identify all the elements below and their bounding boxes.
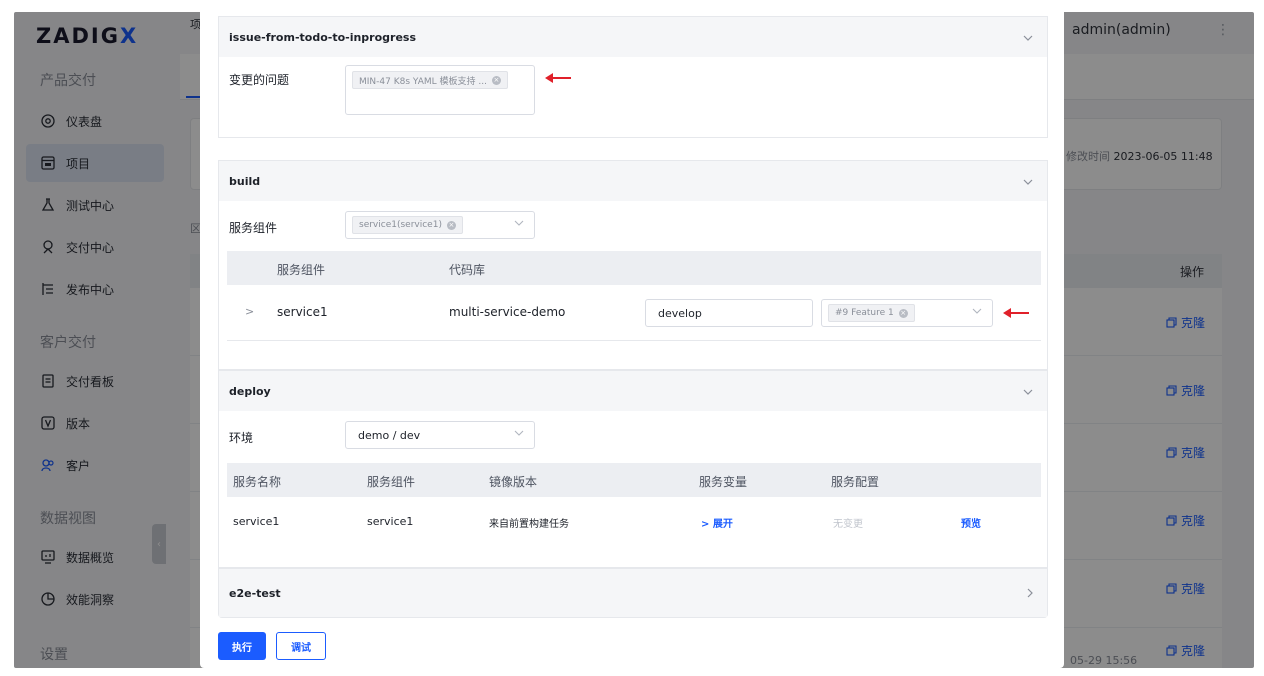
build-field-label: 服务组件 [229, 221, 278, 235]
col-service-name: 服务名称 [233, 475, 282, 489]
panel-e2e-header[interactable]: e2e-test [219, 569, 1047, 617]
config-status: 无变更 [833, 519, 863, 530]
pr-select[interactable]: #9 Feature 1 × [821, 299, 993, 327]
service-component-select[interactable]: service1(service1) × [345, 211, 535, 239]
panel-deploy-header[interactable]: deploy [219, 371, 1047, 411]
preview-link[interactable]: 预览 [961, 515, 981, 530]
issue-select[interactable]: MIN-47 K8s YAML 模板支持 ... × [345, 65, 535, 115]
panel-issue-title: issue-from-todo-to-inprogress [229, 30, 417, 44]
col-service-config: 服务配置 [831, 475, 880, 489]
col-service-component: 服务组件 [277, 263, 326, 277]
panel-issue: issue-from-todo-to-inprogress 变更的问题 MIN-… [218, 16, 1048, 138]
service-tag: service1(service1) × [352, 216, 463, 234]
tag-close-icon[interactable]: × [491, 75, 501, 85]
row-expand-chevron-icon[interactable]: > [245, 305, 254, 318]
panel-build: build 服务组件 service1(service1) × 服务组件 代码库 [218, 160, 1048, 370]
chevron-down-icon [514, 219, 524, 229]
panel-build-header[interactable]: build [219, 161, 1047, 201]
chevron-down-icon [1023, 175, 1033, 188]
expand-vars-link[interactable]: > 展开 [701, 515, 733, 530]
tag-close-icon[interactable]: × [898, 308, 908, 318]
chevron-right-icon [1027, 588, 1033, 601]
chevron-down-icon [1023, 385, 1033, 398]
deploy-image-source: 来自前置构建任务 [489, 519, 569, 530]
panel-e2e-title: e2e-test [229, 586, 281, 600]
env-field-label: 环境 [229, 431, 254, 445]
issue-tag: MIN-47 K8s YAML 模板支持 ... × [352, 71, 508, 89]
panel-issue-header[interactable]: issue-from-todo-to-inprogress [219, 17, 1047, 57]
chevron-down-icon [972, 307, 982, 317]
col-service-component: 服务组件 [367, 475, 416, 489]
panel-build-title: build [229, 174, 261, 188]
table-row: service1 service1 来自前置构建任务 > 展开 无变更 预览 [227, 497, 1041, 553]
col-service-vars: 服务变量 [699, 475, 748, 489]
chevron-down-icon [514, 429, 524, 439]
pr-tag: #9 Feature 1 × [828, 304, 915, 322]
env-select[interactable]: demo / dev [345, 421, 535, 449]
panel-deploy-title: deploy [229, 384, 271, 398]
debug-button[interactable]: 调试 [276, 632, 326, 660]
deploy-service-name: service1 [233, 515, 280, 528]
panel-e2e: e2e-test [218, 568, 1048, 618]
chevron-down-icon [1023, 31, 1033, 44]
annotation-arrow-icon [545, 73, 571, 83]
workflow-run-modal: issue-from-todo-to-inprogress 变更的问题 MIN-… [200, 12, 1064, 668]
panel-deploy: deploy 环境 demo / dev 服务名称 服务组件 镜像版本 服务变量… [218, 370, 1048, 568]
app-frame: ZADIGX 产品交付 仪表盘 项目 测试中心 交付中心 发布中心 客户交付 交… [14, 12, 1254, 668]
build-repo-name: multi-service-demo [449, 305, 566, 319]
deploy-table-header: 服务名称 服务组件 镜像版本 服务变量 服务配置 [227, 463, 1041, 497]
issue-field-label: 变更的问题 [229, 73, 290, 87]
build-service-name: service1 [277, 305, 328, 319]
branch-select[interactable]: develop [645, 299, 813, 327]
tag-close-icon[interactable]: × [446, 220, 456, 230]
env-select-value: demo / dev [358, 428, 421, 442]
deploy-component: service1 [367, 515, 414, 528]
run-button[interactable]: 执行 [218, 632, 266, 660]
col-repo: 代码库 [449, 263, 486, 277]
annotation-arrow-icon [1003, 308, 1029, 318]
build-table-header: 服务组件 代码库 [227, 251, 1041, 285]
col-image-version: 镜像版本 [489, 475, 538, 489]
